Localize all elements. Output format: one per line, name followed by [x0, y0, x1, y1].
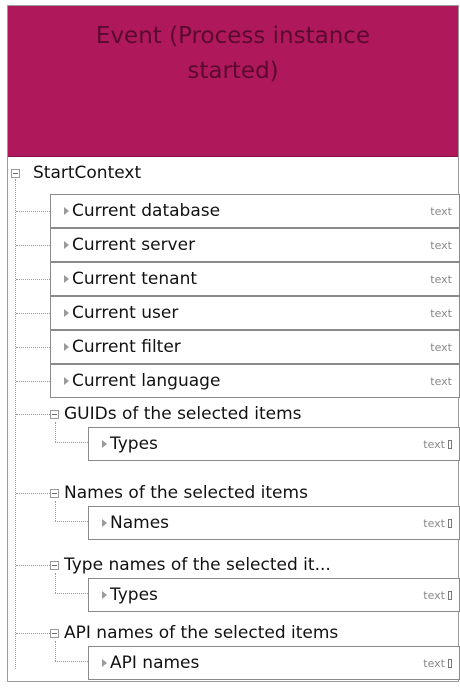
field-label: Current language [72, 371, 221, 391]
event-header: Event (Process instance started) [8, 6, 458, 157]
array-icon [448, 659, 452, 668]
expand-arrow-icon [64, 275, 69, 283]
tree-connector [16, 414, 50, 415]
field-row[interactable]: Current server text [50, 228, 460, 262]
child-type: text [423, 508, 452, 540]
group-label: Names of the selected items [64, 483, 308, 503]
collapse-icon[interactable] [11, 169, 20, 178]
expand-arrow-icon [102, 659, 107, 667]
field-row[interactable]: Current filter text [50, 330, 460, 364]
child-row[interactable]: Types text [88, 427, 460, 461]
tree-line [55, 422, 56, 442]
tree-connector [16, 633, 50, 634]
tree-connector [16, 313, 50, 314]
tree-connector [55, 442, 88, 443]
field-row[interactable]: Current database text [50, 194, 460, 228]
field-type: text [430, 341, 452, 354]
field-type: text [430, 375, 452, 388]
tree-connector [16, 211, 50, 212]
array-icon [448, 440, 452, 449]
array-icon [448, 591, 452, 600]
child-row[interactable]: Types text [88, 578, 460, 612]
group-label: API names of the selected items [64, 623, 339, 643]
event-card: Event (Process instance started) StartCo… [7, 5, 460, 682]
expand-arrow-icon [102, 591, 107, 599]
child-row[interactable]: API names text [88, 646, 460, 680]
tree-connector [16, 279, 50, 280]
collapse-icon[interactable] [50, 561, 59, 570]
collapse-icon[interactable] [50, 489, 59, 498]
expand-arrow-icon [64, 241, 69, 249]
child-label: Names [110, 513, 170, 533]
start-context-label: StartContext [33, 163, 142, 183]
array-icon [448, 519, 452, 528]
child-type: text [423, 648, 452, 680]
collapse-icon[interactable] [50, 410, 59, 419]
expand-arrow-icon [64, 309, 69, 317]
tree-connector [55, 593, 88, 594]
child-row[interactable]: Names text [88, 506, 460, 540]
field-label: Current user [72, 303, 179, 323]
tree-line [55, 573, 56, 593]
tree-line [55, 501, 56, 521]
tree-connector [16, 245, 50, 246]
group-node[interactable]: API names of the selected items [50, 617, 460, 649]
field-row[interactable]: Current language text [50, 364, 460, 398]
child-type: text [423, 580, 452, 612]
group-node[interactable]: Type names of the selected it... [50, 549, 460, 581]
tree-connector [16, 493, 50, 494]
expand-arrow-icon [102, 519, 107, 527]
tree-line [55, 641, 56, 661]
child-label: Types [110, 434, 158, 454]
field-label: Current database [72, 201, 221, 221]
expand-arrow-icon [64, 377, 69, 385]
child-label: Types [110, 585, 158, 605]
event-title: Event (Process instance started) [95, 23, 371, 84]
expand-arrow-icon [64, 207, 69, 215]
group-node[interactable]: GUIDs of the selected items [50, 398, 460, 430]
tree-line [15, 179, 16, 669]
tree-connector [55, 661, 88, 662]
child-type: text [423, 429, 452, 461]
field-label: Current server [72, 235, 196, 255]
field-type: text [430, 273, 452, 286]
field-label: Current tenant [72, 269, 198, 289]
field-type: text [430, 205, 452, 218]
expand-arrow-icon [102, 440, 107, 448]
group-node[interactable]: Names of the selected items [50, 477, 460, 509]
group-label: Type names of the selected it... [64, 555, 331, 575]
tree-connector [16, 347, 50, 348]
collapse-icon[interactable] [50, 629, 59, 638]
child-label: API names [110, 653, 200, 673]
group-label: GUIDs of the selected items [64, 404, 302, 424]
field-label: Current filter [72, 337, 181, 357]
tree-connector [16, 565, 50, 566]
field-row[interactable]: Current tenant text [50, 262, 460, 296]
expand-arrow-icon [64, 343, 69, 351]
field-type: text [430, 307, 452, 320]
field-row[interactable]: Current user text [50, 296, 460, 330]
field-type: text [430, 239, 452, 252]
tree-connector [55, 521, 88, 522]
tree-connector [16, 381, 50, 382]
